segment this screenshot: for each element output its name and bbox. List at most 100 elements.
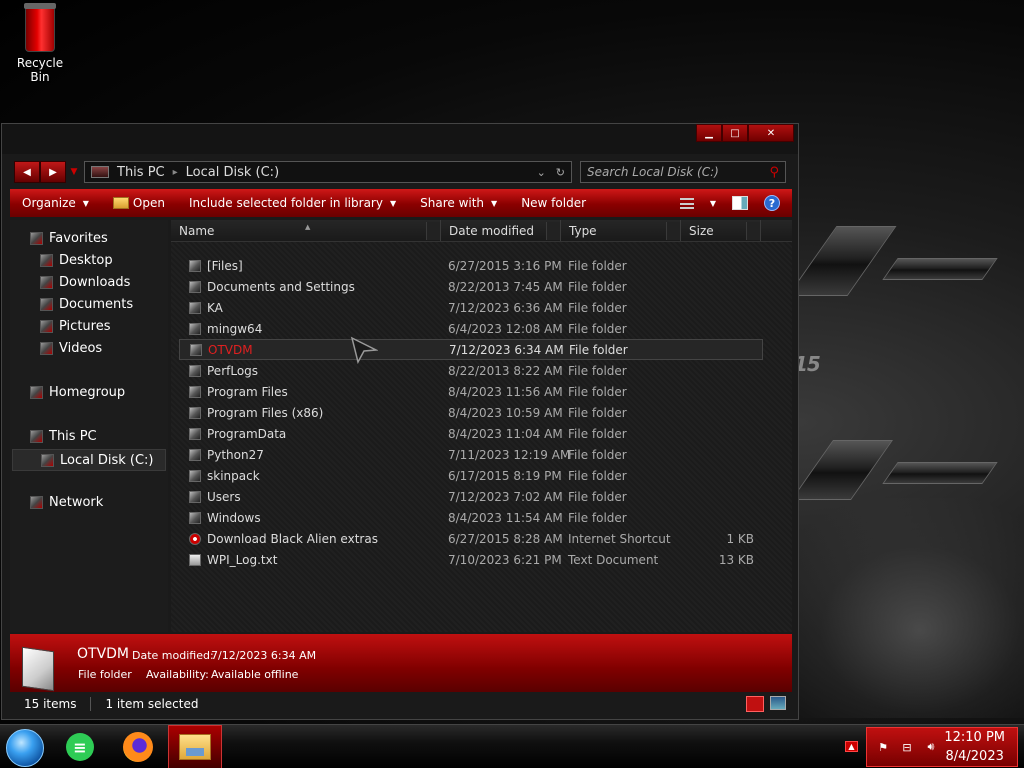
- column-date[interactable]: Date modified: [441, 220, 561, 241]
- share-with-button[interactable]: Share with ▼: [408, 196, 509, 210]
- network-icon: [30, 496, 43, 509]
- title-bar[interactable]: ▁ □ ✕: [2, 124, 798, 154]
- preview-pane-icon[interactable]: [732, 196, 748, 210]
- nav-downloads[interactable]: Downloads: [40, 275, 130, 290]
- change-view-icon[interactable]: [679, 197, 694, 209]
- column-size[interactable]: Size: [681, 220, 761, 241]
- nav-desktop[interactable]: Desktop: [40, 253, 113, 268]
- file-name-cell: PerfLogs: [189, 364, 258, 378]
- file-row[interactable]: [Files] 6/27/2015 3:16 PM File folder: [171, 255, 792, 276]
- details-date-value: 7/12/2023 6:34 AM: [211, 649, 317, 662]
- nav-favorites-label: Favorites: [49, 231, 108, 246]
- help-icon[interactable]: ?: [764, 195, 780, 211]
- file-type: File folder: [568, 300, 627, 315]
- file-row[interactable]: ProgramData 8/4/2023 11:04 AM File folder: [171, 423, 792, 444]
- file-row[interactable]: Program Files 8/4/2023 11:56 AM File folde…: [171, 381, 792, 402]
- file-row[interactable]: WPI_Log.txt 7/10/2023 6:21 PM Text Documen…: [171, 549, 792, 570]
- file-row[interactable]: KA 7/12/2023 6:36 AM File folder: [171, 297, 792, 318]
- minimize-button[interactable]: ▁: [696, 124, 722, 142]
- folder-icon: [189, 469, 201, 482]
- file-row[interactable]: Users 7/12/2023 7:02 AM File folder: [171, 486, 792, 507]
- column-filter-icon[interactable]: [546, 222, 560, 240]
- status-view-buttons: [746, 696, 792, 712]
- column-type[interactable]: Type: [561, 220, 681, 241]
- nav-documents[interactable]: Documents: [40, 297, 133, 312]
- sort-arrow-icon: ▲: [305, 223, 311, 231]
- include-in-library-button[interactable]: Include selected folder in library ▼: [177, 196, 408, 210]
- file-name: WPI_Log.txt: [207, 552, 278, 567]
- file-name: Download Black Alien extras: [207, 531, 378, 546]
- file-row[interactable]: Documents and Settings 8/22/2013 7:45 AM F…: [171, 276, 792, 297]
- action-center-flag-icon[interactable]: ⚑: [875, 740, 891, 754]
- file-row[interactable]: Program Files (x86) 8/4/2023 10:59 AM File…: [171, 402, 792, 423]
- file-rows: [Files] 6/27/2015 3:16 PM File folder Docum…: [171, 255, 792, 570]
- file-type: File folder: [568, 363, 627, 378]
- large-icons-view-icon[interactable]: [770, 696, 786, 710]
- desktop-icon: [40, 254, 53, 267]
- homegroup-icon: [30, 386, 43, 399]
- breadcrumb-local-disk[interactable]: Local Disk (C:): [186, 165, 279, 180]
- nav-downloads-label: Downloads: [59, 275, 131, 290]
- file-name-cell: Windows: [189, 511, 261, 525]
- nav-favorites[interactable]: Favorites: [30, 231, 108, 246]
- show-hidden-icons-button[interactable]: ▲: [845, 741, 858, 752]
- file-name: OTVDM: [208, 342, 253, 357]
- start-button[interactable]: [6, 729, 44, 767]
- nav-pictures[interactable]: Pictures: [40, 319, 110, 334]
- refresh-icon[interactable]: ↻: [556, 166, 565, 179]
- nav-homegroup[interactable]: Homegroup: [30, 385, 125, 400]
- chevron-down-icon: ▼: [491, 198, 498, 208]
- desktop-icon-recycle-bin[interactable]: Recycle Bin: [8, 3, 72, 84]
- file-row[interactable]: Windows 8/4/2023 11:54 AM File folder: [171, 507, 792, 528]
- back-button[interactable]: ◀: [14, 161, 40, 183]
- file-row[interactable]: OTVDM 7/12/2023 6:34 AM File folder: [179, 339, 763, 360]
- nav-network[interactable]: Network: [30, 495, 103, 510]
- forward-button[interactable]: ▶: [40, 161, 66, 183]
- taskbar-firefox[interactable]: [121, 730, 155, 764]
- address-actions: ⌄ ↻: [537, 166, 565, 179]
- nav-local-disk[interactable]: Local Disk (C:): [12, 449, 166, 471]
- taskbar-notes-app[interactable]: ≡: [63, 730, 97, 764]
- column-name[interactable]: ▲ Name: [171, 220, 441, 241]
- column-filter-icon[interactable]: [746, 222, 760, 240]
- clock[interactable]: 12:10 PM 8/4/2023: [944, 728, 1005, 766]
- details-view-icon[interactable]: [746, 696, 764, 712]
- nav-videos[interactable]: Videos: [40, 341, 102, 356]
- new-folder-button[interactable]: New folder: [509, 196, 598, 210]
- search-icon[interactable]: ⚲: [769, 165, 779, 180]
- file-name-cell: Download Black Alien extras: [189, 532, 378, 546]
- search-box[interactable]: Search Local Disk (C:) ⚲: [580, 161, 786, 183]
- file-row[interactable]: skinpack 6/17/2015 8:19 PM File folder: [171, 465, 792, 486]
- file-row[interactable]: mingw64 6/4/2023 12:08 AM File folder: [171, 318, 792, 339]
- file-date: 8/22/2013 8:22 AM: [448, 363, 563, 378]
- file-row[interactable]: Python27 7/11/2023 12:19 AM File folder: [171, 444, 792, 465]
- breadcrumb-separator-icon[interactable]: ▸: [173, 167, 178, 178]
- close-button[interactable]: ✕: [748, 124, 794, 142]
- view-options-chevron-icon[interactable]: ▼: [710, 199, 716, 208]
- recent-locations-dropdown[interactable]: ▼: [66, 167, 82, 177]
- maximize-button[interactable]: □: [722, 124, 748, 142]
- file-size: 1 KB: [726, 531, 754, 546]
- file-type: File folder: [568, 489, 627, 504]
- address-dropdown-icon[interactable]: ⌄: [537, 166, 546, 179]
- column-filter-icon[interactable]: [426, 222, 440, 240]
- file-row[interactable]: Download Black Alien extras 6/27/2015 8:2…: [171, 528, 792, 549]
- file-type: File folder: [568, 258, 627, 273]
- organize-button[interactable]: Organize ▼: [10, 196, 101, 210]
- this-pc-icon: [91, 166, 109, 178]
- navigation-bar: ◀ ▶ ▼ This PC ▸ Local Disk (C:) ⌄ ↻ Sear…: [14, 159, 790, 185]
- file-name: Program Files: [207, 384, 288, 399]
- file-date: 6/4/2023 12:08 AM: [448, 321, 563, 336]
- network-icon[interactable]: ⊟: [899, 740, 915, 754]
- address-bar[interactable]: This PC ▸ Local Disk (C:) ⌄ ↻: [84, 161, 572, 183]
- file-name: [Files]: [207, 258, 243, 273]
- volume-icon[interactable]: 🔊︎: [923, 740, 939, 754]
- folder-icon: [189, 406, 201, 419]
- breadcrumb-this-pc[interactable]: This PC: [117, 165, 165, 180]
- file-row[interactable]: PerfLogs 8/22/2013 8:22 AM File folder: [171, 360, 792, 381]
- taskbar-file-explorer[interactable]: [168, 725, 222, 768]
- nav-this-pc[interactable]: This PC: [30, 429, 97, 444]
- folder-icon: [22, 646, 54, 692]
- column-filter-icon[interactable]: [666, 222, 680, 240]
- open-button[interactable]: Open: [101, 196, 177, 210]
